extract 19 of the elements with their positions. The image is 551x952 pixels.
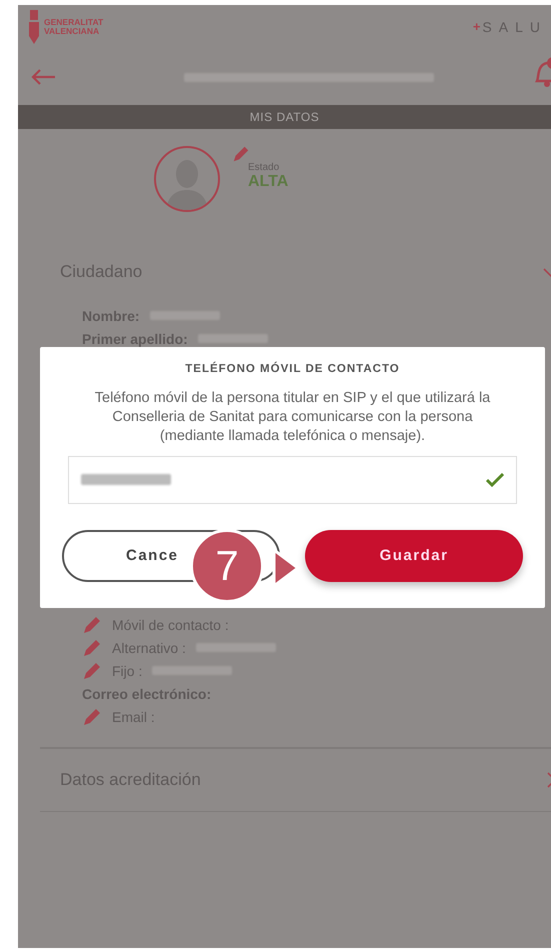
status-value: ALTA — [248, 173, 288, 191]
pencil-icon[interactable] — [232, 145, 250, 163]
back-arrow-icon[interactable] — [30, 68, 56, 86]
dialog-description: Teléfono móvil de la persona titular en SIP y el que utilizará la Conselleria de Sanitat para comunicarse con la persona (mediante llamada telefónica o mensaje). — [94, 389, 492, 446]
logo-text: GENERALITAT — [44, 18, 104, 27]
phone-input-field[interactable] — [68, 456, 517, 504]
avatar-icon — [154, 146, 220, 212]
brand-mark: + — [472, 19, 482, 34]
pencil-icon[interactable] — [82, 660, 102, 680]
step-marker: 7 — [190, 529, 264, 603]
pencil-icon[interactable] — [82, 614, 102, 634]
logo-text: VALENCIANA — [44, 27, 100, 36]
dialog-title: TELÉFONO MÓVIL DE CONTACTO — [184, 363, 401, 375]
pencil-icon[interactable] — [82, 638, 102, 658]
pencil-icon[interactable] — [82, 706, 102, 726]
logo-icon — [28, 10, 40, 44]
save-button[interactable]: Guardar — [305, 530, 523, 582]
bell-icon[interactable] — [533, 55, 551, 89]
section-title-bar: MIS DATOS — [18, 105, 551, 129]
